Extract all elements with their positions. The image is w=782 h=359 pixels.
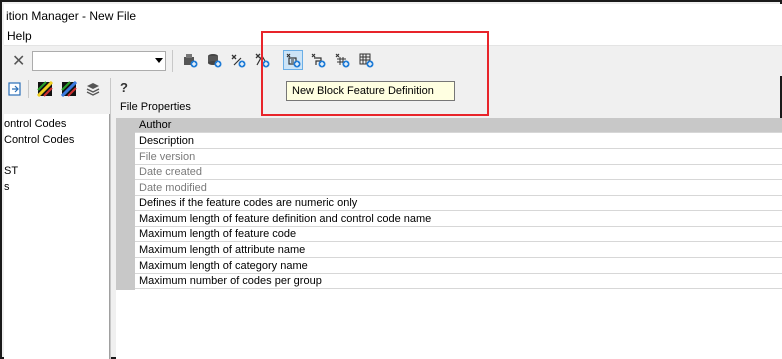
section-label: File Properties <box>120 101 191 113</box>
toolbar-divider <box>172 50 173 72</box>
property-row[interactable]: Defines if the feature codes are numeric… <box>135 196 782 211</box>
property-row[interactable]: Maximum length of feature code <box>135 227 782 242</box>
layers-icon[interactable] <box>84 80 102 98</box>
property-row[interactable]: File version <box>135 150 782 165</box>
property-row[interactable]: Maximum length of category name <box>135 259 782 274</box>
chevron-down-icon[interactable] <box>155 58 163 63</box>
title-bar: ition Manager - New File <box>4 4 782 26</box>
window-title: ition Manager - New File <box>6 9 137 23</box>
feature-colors-icon[interactable] <box>36 80 54 98</box>
panel-divider <box>110 78 111 359</box>
export-icon[interactable] <box>6 80 24 98</box>
application-window: ition Manager - New File Help ✕ ontrol C… <box>0 0 782 359</box>
feature-add-icon[interactable] <box>228 50 248 70</box>
tree-item[interactable]: ontrol Codes <box>4 118 66 130</box>
tree-item[interactable]: ST <box>4 165 18 177</box>
menu-help[interactable]: Help <box>7 29 32 43</box>
help-icon[interactable]: ? <box>120 80 128 95</box>
property-row[interactable]: Date created <box>135 165 782 180</box>
tree-item[interactable]: Control Codes <box>4 134 74 146</box>
row-gutter <box>116 118 135 290</box>
toolbar-divider <box>28 80 29 98</box>
property-row[interactable]: Maximum length of attribute name <box>135 243 782 258</box>
property-row[interactable]: Description <box>135 134 782 149</box>
property-row[interactable]: Maximum length of feature definition and… <box>135 212 782 227</box>
highlight-box <box>261 31 489 116</box>
feature-styles-icon[interactable] <box>60 80 78 98</box>
close-icon[interactable]: ✕ <box>12 51 25 71</box>
tree-item[interactable]: s <box>4 181 10 193</box>
import-icon[interactable] <box>180 50 200 70</box>
properties-grid: Author Description File version Date cre… <box>116 118 782 359</box>
property-row[interactable]: Author <box>135 118 782 133</box>
tree-panel: ontrol Codes Control Codes ST s <box>4 114 110 359</box>
left-toolbar <box>4 76 112 102</box>
property-row[interactable]: Maximum number of codes per group <box>135 274 782 289</box>
property-row[interactable]: Date modified <box>135 181 782 196</box>
database-add-icon[interactable] <box>204 50 224 70</box>
feature-combo[interactable] <box>32 51 166 71</box>
